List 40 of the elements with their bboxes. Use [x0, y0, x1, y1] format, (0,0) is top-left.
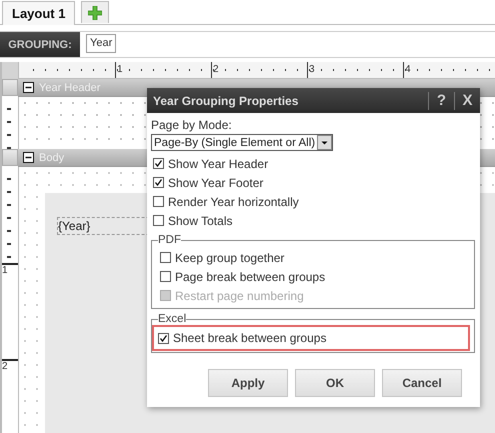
dialog-title: Year Grouping Properties — [153, 94, 300, 108]
checkbox-label: Keep group together — [175, 250, 284, 264]
ruler-number: 3 — [309, 64, 315, 75]
ruler-number: 2 — [213, 64, 219, 75]
checkbox-label: Show Year Header — [168, 156, 268, 170]
collapse-icon[interactable] — [23, 82, 34, 93]
group-title: Excel — [158, 313, 186, 325]
collapse-icon[interactable] — [23, 152, 34, 163]
checkbox-label: Show Year Footer — [168, 176, 264, 190]
field-label: Page by Mode: — [151, 118, 233, 132]
checkbox-label: Render Year horizontally — [168, 194, 299, 208]
checkbox[interactable] — [153, 196, 164, 207]
group-title: PDF — [158, 234, 181, 246]
band-handle[interactable] — [2, 79, 18, 96]
grouping-label: GROUPING: — [0, 32, 80, 57]
ruler-number: 1 — [117, 64, 123, 75]
close-button[interactable]: X — [454, 92, 480, 110]
checkbox[interactable] — [160, 271, 171, 282]
checkbox[interactable] — [153, 158, 164, 169]
dialog-button[interactable]: OK — [295, 369, 375, 397]
dialog-button[interactable]: Apply — [208, 369, 288, 397]
caret-icon — [317, 135, 332, 150]
add-tab-button[interactable] — [81, 1, 110, 23]
plus-icon — [88, 6, 102, 20]
band-title: Year Header — [39, 82, 100, 94]
mode-dropdown[interactable]: Page-By (Single Element or All) — [151, 134, 334, 151]
checkbox-label: Sheet break between groups — [173, 331, 326, 345]
checkbox-label: Restart page numbering — [175, 288, 304, 302]
help-button[interactable]: ? — [428, 92, 454, 110]
checkbox-label: Page break between groups — [175, 270, 326, 284]
band-title: Body — [39, 152, 64, 164]
dialog-button[interactable]: Cancel — [382, 369, 462, 397]
checkbox[interactable] — [153, 177, 164, 188]
grouping-field[interactable]: Year — [86, 34, 116, 53]
band-handle[interactable] — [2, 149, 18, 166]
tab[interactable]: Layout 1 — [2, 1, 76, 25]
checkbox-label: Show Totals — [168, 214, 232, 228]
checkbox[interactable] — [153, 215, 164, 226]
checkbox[interactable] — [158, 332, 169, 344]
checkbox[interactable] — [160, 252, 171, 263]
